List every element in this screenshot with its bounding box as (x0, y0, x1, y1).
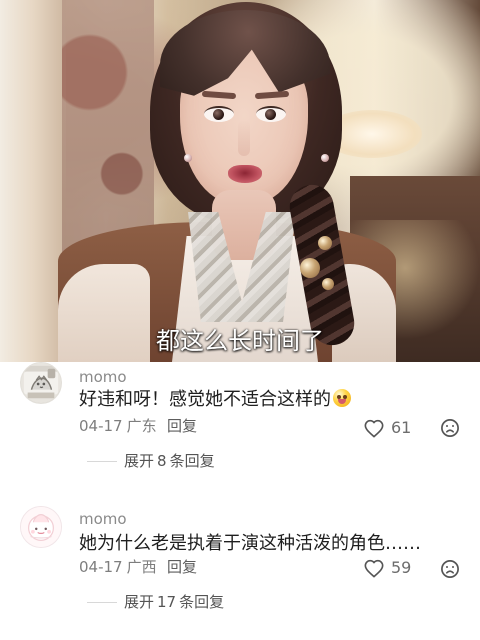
expand-replies-button[interactable]: 展开 17 条回复 (124, 593, 224, 611)
comment-location: 广西 (126, 558, 157, 576)
reply-thread-line (87, 461, 117, 462)
expand-suffix: 条回复 (179, 593, 225, 611)
crying-face-icon (333, 389, 351, 407)
expand-replies-button[interactable]: 展开 8 条回复 (124, 452, 215, 470)
comment-username[interactable]: momo (79, 368, 127, 386)
like-count: 59 (391, 558, 412, 577)
comment-username[interactable]: momo (79, 510, 127, 528)
comment-text: 她为什么老是执着于演这种活泼的角色…… (79, 533, 421, 554)
mouth (228, 165, 262, 183)
like-count: 61 (391, 418, 412, 437)
like-button[interactable]: 61 (363, 416, 411, 440)
video-subtitle: 都这么长时间了 (156, 327, 324, 355)
expand-suffix: 条回复 (169, 452, 215, 470)
like-button[interactable]: 59 (363, 556, 411, 580)
comment-item: momo 她为什么老是执着于演这种活泼的角色…… 04-17广西 回复 59 (0, 502, 480, 640)
nose (238, 120, 250, 156)
expand-prefix: 展开 (124, 452, 155, 470)
comment-text: 好违和呀！感觉她不适合这样的 (79, 388, 351, 412)
comment-date: 04-17 (79, 417, 123, 435)
sad-face-icon[interactable] (440, 559, 460, 579)
sad-face-icon[interactable] (440, 418, 460, 438)
comments-list: momo 好违和呀！感觉她不适合这样的 04-17 广东 回复 61 展开 8 … (0, 362, 480, 640)
comment-body: 好违和呀！感觉她不适合这样的 (79, 389, 331, 410)
left-earring (184, 154, 192, 162)
reply-count: 17 (157, 593, 177, 611)
braid-ornament (318, 236, 332, 250)
comment-item: momo 好违和呀！感觉她不适合这样的 04-17 广东 回复 61 展开 8 … (0, 362, 480, 502)
video-frame: 都这么长时间了 (0, 0, 480, 362)
emoji-mouth (338, 399, 346, 404)
heart-icon (364, 559, 384, 578)
reply-button[interactable]: 回复 (167, 417, 197, 435)
comment-date: 04-17 (79, 558, 123, 576)
comment-meta: 04-17 广东 (79, 417, 157, 435)
cat-avatar-icon[interactable] (20, 362, 62, 404)
reply-count: 8 (157, 452, 167, 470)
braid-ornament (300, 258, 320, 278)
heart-icon (364, 419, 384, 438)
comment-location: 广东 (126, 417, 157, 435)
background-curtain (0, 0, 66, 362)
comment-screenshot-page: 都这么长时间了 momo 好违和呀！感觉她不适合这样的 04-17 广东 回复 … (0, 0, 480, 640)
reply-button[interactable]: 回复 (167, 558, 197, 576)
braid-ornament (322, 278, 334, 290)
expand-prefix: 展开 (124, 593, 155, 611)
reply-thread-line (87, 602, 117, 603)
cartoon-avatar-icon[interactable] (20, 506, 62, 548)
right-eye (256, 106, 286, 122)
right-earring (321, 154, 329, 162)
left-eye (204, 106, 234, 122)
comment-meta: 04-17 广西 (79, 558, 157, 576)
